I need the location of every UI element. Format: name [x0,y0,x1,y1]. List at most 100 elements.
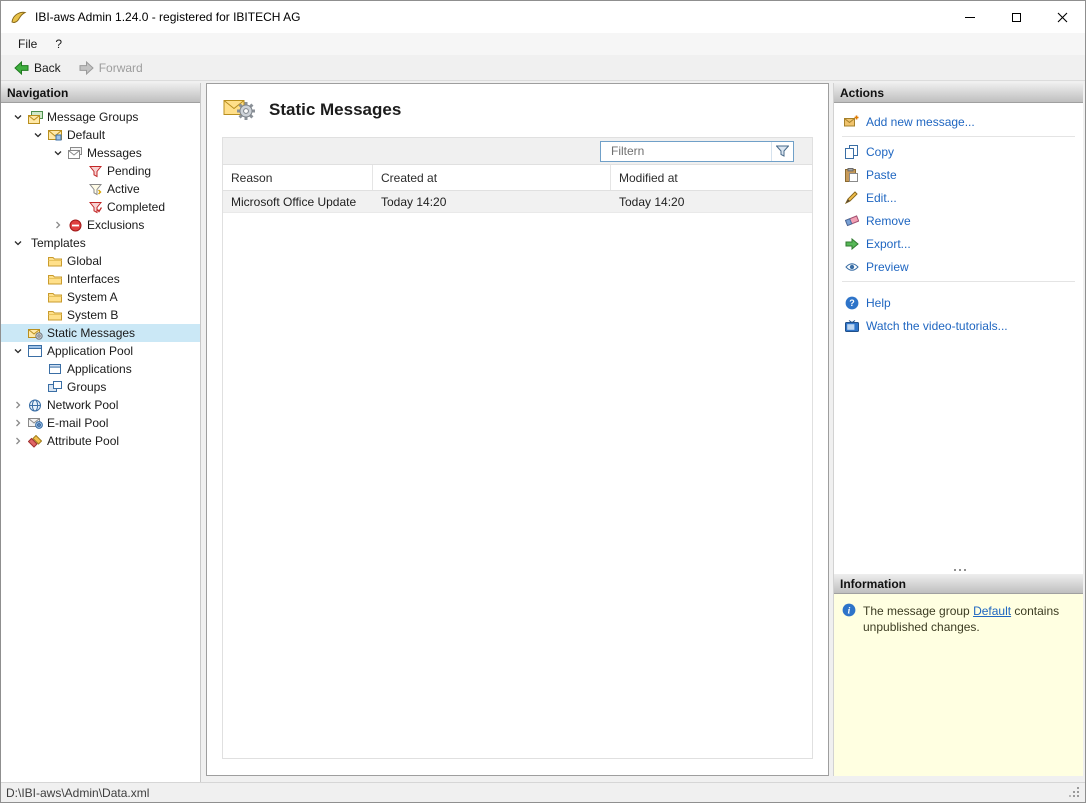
action-help[interactable]: ? Help [834,291,1083,314]
navigation-tree: Message Groups Default Messages Pending [1,103,200,450]
tree-label: Active [107,182,140,196]
tree-item-system-b[interactable]: System B [1,306,200,324]
menu-bar: File ? [1,33,1085,55]
copy-icon [844,144,859,159]
chevron-right-icon[interactable] [9,414,27,432]
tree-label: Pending [107,164,152,178]
cell-modified-at: Today 14:20 [619,194,685,209]
video-tutorials-icon [844,318,859,333]
tree-item-default[interactable]: Default [1,126,200,144]
column-header-created-at[interactable]: Created at [373,165,611,190]
tree-item-interfaces[interactable]: Interfaces [1,270,200,288]
email-pool-icon [27,415,43,431]
export-arrow-icon [844,236,859,251]
resize-grip[interactable] [1073,791,1075,793]
action-copy[interactable]: Copy [834,140,1083,163]
tree-label: Message Groups [47,110,139,124]
chevron-down-icon[interactable] [9,234,27,252]
tree-label: Global [67,254,102,268]
action-label: Paste [866,167,897,182]
maximize-button[interactable] [993,1,1039,33]
table-row[interactable]: Microsoft Office Update Today 14:20 Toda… [223,191,812,213]
tree-label: Default [67,128,106,142]
default-group-link[interactable]: Default [973,604,1011,618]
action-add-new-message[interactable]: Add new message... [834,110,1083,133]
action-edit[interactable]: Edit... [834,186,1083,209]
back-label: Back [34,60,61,75]
minimize-icon [965,16,975,18]
tree-item-message-groups[interactable]: Message Groups [1,108,200,126]
info-icon: i [842,603,856,620]
tree-item-application-pool[interactable]: Application Pool [1,342,200,360]
paste-icon [844,167,859,182]
tree-item-applications[interactable]: Applications [1,360,200,378]
table-header-row: Reason Created at Modified at [223,165,812,191]
action-label: Edit... [866,190,897,205]
chevron-down-icon[interactable] [9,342,27,360]
minimize-button[interactable] [947,1,993,33]
cell-created-at: Today 14:20 [381,194,447,209]
tree-label: Applications [67,362,132,376]
help-icon: ? [844,295,859,310]
attribute-pool-icon [27,433,43,449]
forward-button[interactable]: Forward [72,59,150,77]
tree-label: System B [67,308,119,322]
back-button[interactable]: Back [7,59,68,77]
actions-panel-resize-handle[interactable] [958,569,961,571]
applications-icon [47,361,63,377]
action-watch-video-tutorials[interactable]: Watch the video-tutorials... [834,314,1083,337]
column-header-modified-at[interactable]: Modified at [611,165,812,190]
chevron-down-icon[interactable] [9,108,27,126]
tree-item-exclusions[interactable]: Exclusions [1,216,200,234]
chevron-placeholder [29,270,47,288]
chevron-placeholder [69,180,87,198]
folder-icon [47,289,63,305]
pending-filter-icon [87,163,103,179]
tree-item-network-pool[interactable]: Network Pool [1,396,200,414]
chevron-placeholder [69,198,87,216]
column-header-reason[interactable]: Reason [223,165,373,190]
menu-file[interactable]: File [9,35,46,53]
navigation-panel: Navigation Message Groups Default Messag… [1,83,201,782]
chevron-down-icon[interactable] [29,126,47,144]
action-export[interactable]: Export... [834,232,1083,255]
filter-input[interactable] [601,144,771,158]
completed-filter-icon [87,199,103,215]
actions-panel: Actions Add new message... Copy Paste Ed… [833,83,1083,574]
tree-item-templates[interactable]: Templates [1,234,200,252]
action-preview[interactable]: Preview [834,255,1083,278]
filter-funnel-icon[interactable] [771,141,793,161]
tree-item-completed[interactable]: Completed [1,198,200,216]
chevron-right-icon[interactable] [9,396,27,414]
tree-item-attribute-pool[interactable]: Attribute Pool [1,432,200,450]
tree-item-active[interactable]: Active [1,180,200,198]
chevron-right-icon[interactable] [49,216,67,234]
close-icon [1057,12,1067,22]
tree-item-email-pool[interactable]: E-mail Pool [1,414,200,432]
title-bar: IBI-aws Admin 1.24.0 - registered for IB… [1,1,1085,33]
edit-pencil-icon [844,190,859,205]
close-button[interactable] [1039,1,1085,33]
menu-help[interactable]: ? [46,35,71,53]
action-label: Copy [866,144,895,159]
action-label: Watch the video-tutorials... [866,318,1008,333]
tree-item-static-messages[interactable]: Static Messages [1,324,200,342]
chevron-right-icon[interactable] [9,432,27,450]
table-empty-area [223,213,812,758]
tree-item-groups[interactable]: Groups [1,378,200,396]
tree-label: Groups [67,380,107,394]
tree-label: Completed [107,200,166,214]
tree-item-messages[interactable]: Messages [1,144,200,162]
tree-item-pending[interactable]: Pending [1,162,200,180]
chevron-down-icon[interactable] [49,144,67,162]
action-paste[interactable]: Paste [834,163,1083,186]
application-pool-icon [27,343,43,359]
tree-item-global[interactable]: Global [1,252,200,270]
tree-label: Interfaces [67,272,120,286]
tree-label: System A [67,290,118,304]
action-remove[interactable]: Remove [834,209,1083,232]
tree-item-system-a[interactable]: System A [1,288,200,306]
add-message-icon [844,114,859,129]
status-bar: D:\IBI-aws\Admin\Data.xml [1,782,1085,802]
tree-label: Exclusions [87,218,145,232]
